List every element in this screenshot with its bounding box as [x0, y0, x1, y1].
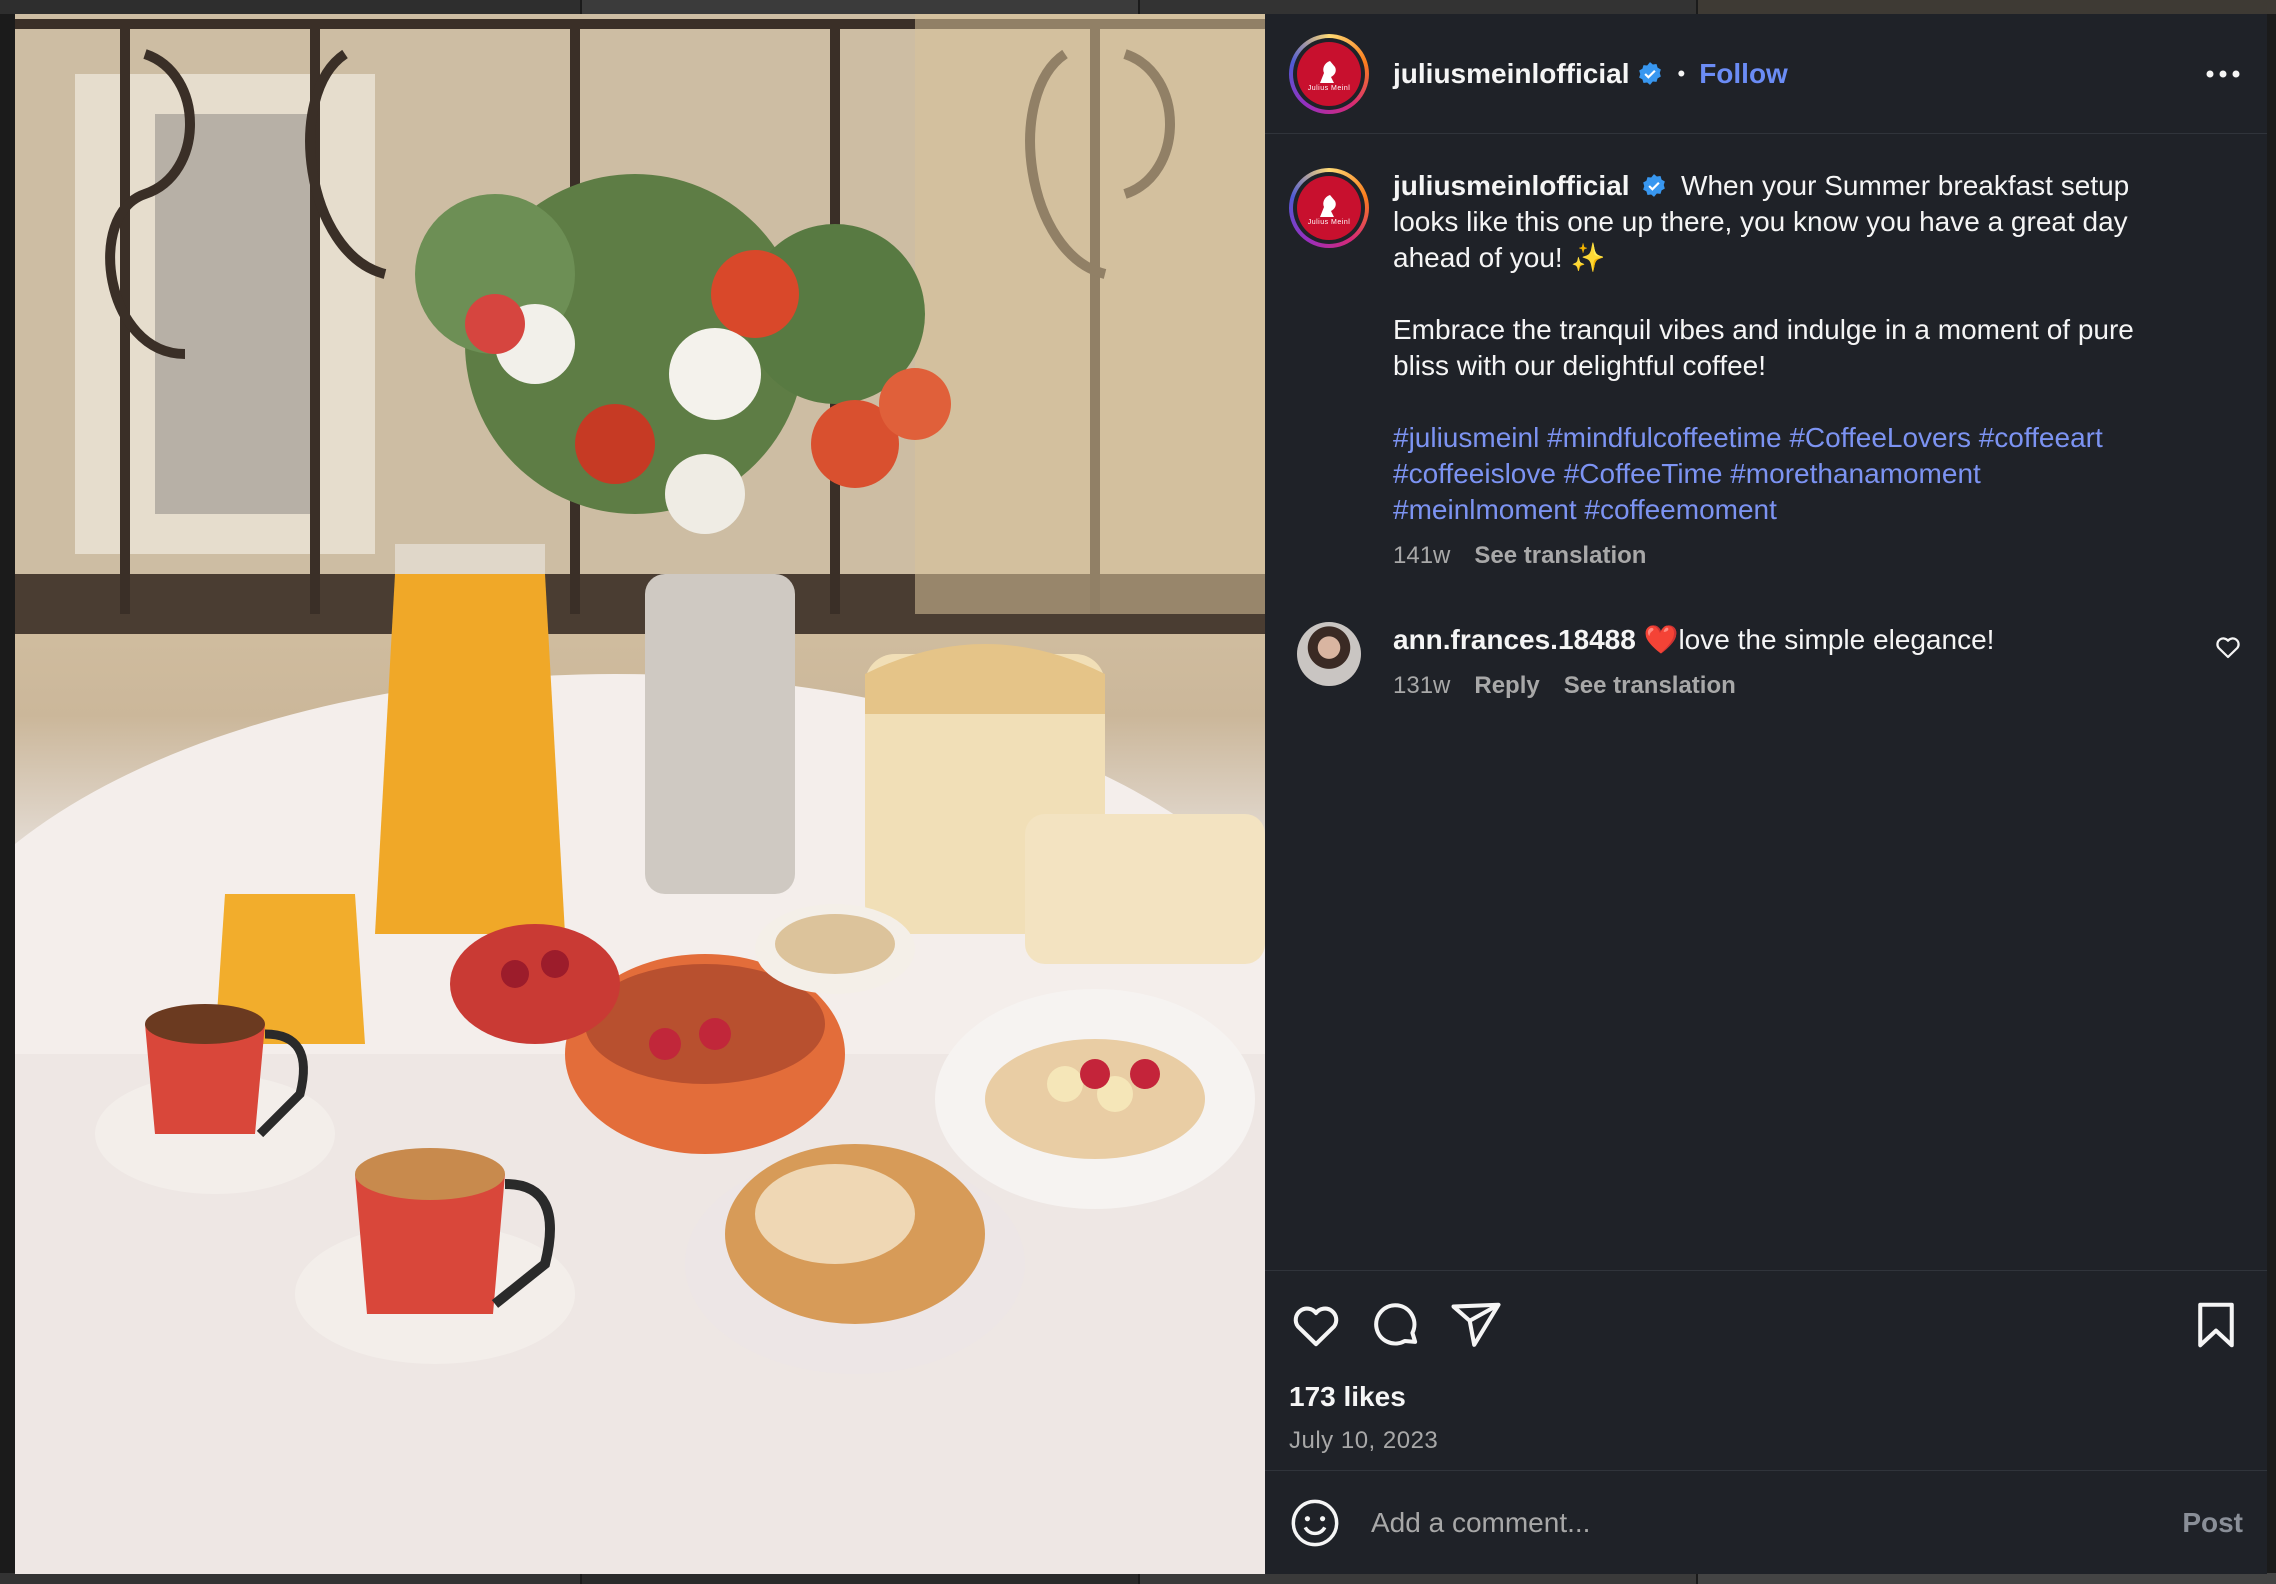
share-icon[interactable]	[1449, 1298, 1503, 1352]
see-translation-link[interactable]: See translation	[1564, 668, 1736, 704]
post-date: July 10, 2023	[1289, 1427, 1439, 1454]
comment-meta: 131w Reply See translation	[1393, 668, 2213, 704]
caption-avatar[interactable]: Julius Meinl	[1289, 168, 1369, 248]
comment-like-icon[interactable]	[2213, 632, 2243, 662]
likes-count[interactable]: 173 likes	[1289, 1381, 2243, 1413]
caption-row: Julius Meinl juliusmeinlofficial When yo…	[1289, 168, 2243, 574]
post-header: Julius Meinl juliusmeinlofficial • Follo…	[1265, 14, 2267, 134]
julius-meinl-logo: Julius Meinl	[1297, 41, 1361, 106]
post-side-panel: Julius Meinl juliusmeinlofficial • Follo…	[1265, 14, 2267, 1574]
comment-age: 131w	[1393, 672, 1451, 699]
post-modal: Julius Meinl juliusmeinlofficial • Follo…	[15, 14, 2267, 1574]
comment-icon[interactable]	[1369, 1298, 1423, 1352]
caption-text: ahead of you! ✨	[1393, 242, 1606, 273]
caption-age: 141w	[1393, 542, 1451, 569]
comment-username[interactable]: ann.frances.18488	[1393, 624, 1636, 655]
post-actions: 173 likes July 10, 2023	[1265, 1270, 2267, 1470]
hashtag-line[interactable]: #juliusmeinl #mindfulcoffeetime #CoffeeL…	[1393, 420, 2193, 456]
comment-input[interactable]	[1371, 1506, 2183, 1539]
caption-text: When your Summer breakfast setup	[1681, 170, 2130, 201]
comments-section: Julius Meinl juliusmeinlofficial When yo…	[1265, 134, 2267, 1270]
post-comment-button[interactable]: Post	[2182, 1507, 2243, 1539]
logo-text: Julius Meinl	[1307, 84, 1351, 92]
post-photo[interactable]	[15, 14, 1265, 1574]
caption-text: Embrace the tranquil vibes and indulge i…	[1393, 314, 2134, 345]
follow-button[interactable]: Follow	[1699, 58, 1788, 90]
comment-composer: Post	[1265, 1470, 2267, 1574]
caption-text: bliss with our delightful coffee!	[1393, 350, 1767, 381]
save-icon[interactable]	[2189, 1298, 2243, 1352]
account-avatar[interactable]: Julius Meinl	[1289, 33, 1369, 114]
hashtag-line[interactable]: #meinlmoment #coffeemoment	[1393, 492, 2193, 528]
commenter-avatar[interactable]	[1297, 622, 1361, 686]
like-icon[interactable]	[1289, 1298, 1343, 1352]
julius-meinl-logo: Julius Meinl	[1297, 176, 1361, 240]
comment-body: ann.frances.18488 ❤️love the simple eleg…	[1393, 622, 2213, 704]
caption-username[interactable]: juliusmeinlofficial	[1393, 170, 1629, 201]
hashtags: #juliusmeinl #mindfulcoffeetime #CoffeeL…	[1393, 420, 2193, 528]
comment-item: ann.frances.18488 ❤️love the simple eleg…	[1289, 622, 2243, 704]
caption-text: looks like this one up there, you know y…	[1393, 206, 2128, 237]
reply-link[interactable]: Reply	[1474, 668, 1539, 704]
more-options-icon	[2206, 70, 2240, 77]
caption-meta: 141w See translation	[1393, 538, 2193, 574]
emoji-icon[interactable]	[1289, 1497, 1341, 1549]
see-translation-link[interactable]: See translation	[1474, 538, 1646, 574]
verified-badge-icon	[1643, 174, 1666, 197]
breakfast-table-illustration	[15, 14, 1265, 1574]
header-username[interactable]: juliusmeinlofficial	[1393, 58, 1629, 90]
caption-body: juliusmeinlofficial When your Summer bre…	[1393, 168, 2193, 574]
comment-text: ❤️love the simple elegance!	[1643, 624, 1995, 655]
header-separator: •	[1677, 60, 1686, 86]
more-options-button[interactable]	[2203, 54, 2243, 94]
verified-badge-icon	[1639, 61, 1662, 85]
hashtag-line[interactable]: #coffeeislove #CoffeeTime #morethanamome…	[1393, 456, 2193, 492]
logo-text: Julius Meinl	[1307, 219, 1351, 226]
